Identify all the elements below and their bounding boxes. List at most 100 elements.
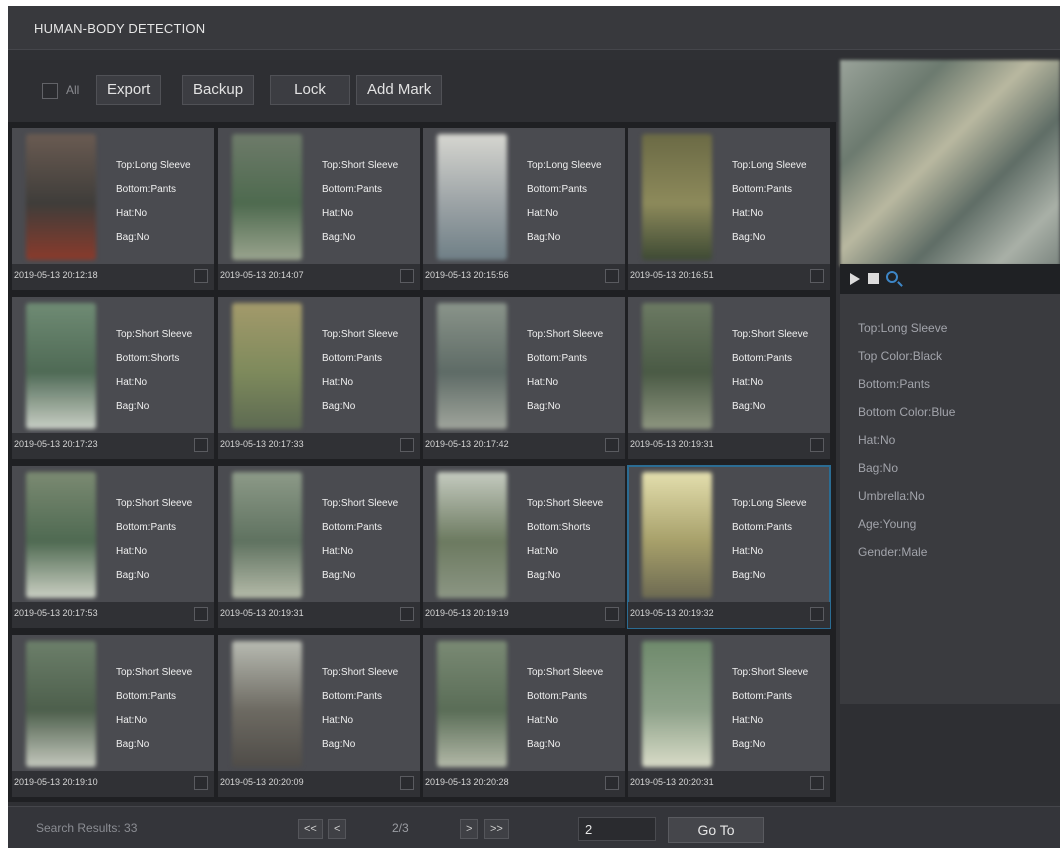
detail-top-color: Top Color:Black — [858, 349, 943, 363]
card-select-checkbox[interactable] — [605, 776, 619, 790]
card-attr-bottom: Bottom:Pants — [732, 353, 793, 364]
result-card[interactable]: Top:Short Sleeve Bottom:Pants Hat:No Bag:No… — [218, 297, 420, 459]
card-attr-hat: Hat:No — [322, 715, 354, 726]
result-card[interactable]: Top:Long Sleeve Bottom:Pants Hat:No Bag:No 2… — [627, 465, 831, 629]
preview-video[interactable] — [840, 60, 1060, 266]
detail-umbrella: Umbrella:No — [858, 489, 925, 503]
card-attr-top: Top:Short Sleeve — [322, 160, 399, 171]
card-attributes: Top:Long Sleeve Bottom:Pants Hat:No Bag:No — [116, 154, 212, 250]
card-footer: 2019-05-13 20:17:23 — [12, 433, 214, 459]
window-title: HUMAN-BODY DETECTION — [34, 21, 206, 36]
detail-age: Age:Young — [858, 517, 917, 531]
result-card[interactable]: Top:Short Sleeve Bottom:Pants Hat:No Bag:No… — [628, 635, 830, 797]
card-footer: 2019-05-13 20:20:09 — [218, 771, 420, 797]
card-attr-bag: Bag:No — [116, 739, 150, 750]
result-card[interactable]: Top:Long Sleeve Bottom:Pants Hat:No Bag:No 2… — [628, 128, 830, 290]
person-thumbnail[interactable] — [232, 641, 302, 767]
card-attr-bottom: Bottom:Pants — [322, 184, 383, 195]
person-thumbnail[interactable] — [232, 472, 302, 598]
card-attr-top: Top:Long Sleeve — [527, 160, 602, 171]
card-attr-bottom: Bottom:Pants — [527, 691, 588, 702]
card-attr-hat: Hat:No — [322, 377, 354, 388]
person-thumbnail[interactable] — [26, 641, 96, 767]
card-attr-top: Top:Short Sleeve — [116, 498, 193, 509]
detail-bottom-color: Bottom Color:Blue — [858, 405, 956, 419]
card-select-checkbox[interactable] — [400, 776, 414, 790]
result-card[interactable]: Top:Short Sleeve Bottom:Pants Hat:No Bag:No… — [628, 297, 830, 459]
card-attr-bottom: Bottom:Pants — [527, 353, 588, 364]
card-attr-hat: Hat:No — [322, 208, 354, 219]
result-card[interactable]: Top:Short Sleeve Bottom:Pants Hat:No Bag:No… — [423, 635, 625, 797]
card-attr-top: Top:Short Sleeve — [527, 667, 604, 678]
card-select-checkbox[interactable] — [810, 776, 824, 790]
select-all-checkbox[interactable] — [42, 83, 58, 99]
result-card[interactable]: Top:Long Sleeve Bottom:Pants Hat:No Bag:No 2… — [12, 128, 214, 290]
title-bar: HUMAN-BODY DETECTION — [8, 6, 1060, 50]
person-thumbnail[interactable] — [642, 134, 712, 260]
card-attributes: Top:Long Sleeve Bottom:Pants Hat:No Bag:No — [527, 154, 623, 250]
card-select-checkbox[interactable] — [400, 607, 414, 621]
export-button[interactable]: Export — [96, 75, 162, 105]
card-select-checkbox[interactable] — [605, 269, 619, 283]
card-select-checkbox[interactable] — [810, 607, 824, 621]
result-card[interactable]: Top:Short Sleeve Bottom:Pants Hat:No Bag:No… — [12, 635, 214, 797]
card-timestamp: 2019-05-13 20:15:56 — [425, 270, 509, 280]
card-footer: 2019-05-13 20:17:53 — [12, 602, 214, 628]
card-select-checkbox[interactable] — [400, 269, 414, 283]
card-attr-top: Top:Long Sleeve — [732, 160, 807, 171]
card-select-checkbox[interactable] — [194, 776, 208, 790]
stop-icon[interactable] — [868, 273, 879, 284]
person-thumbnail[interactable] — [437, 641, 507, 767]
result-card[interactable]: Top:Long Sleeve Bottom:Pants Hat:No Bag:No 2… — [423, 128, 625, 290]
footer-bar: Search Results: 33 << < 2/3 > >> Go To — [8, 806, 1060, 848]
person-thumbnail[interactable] — [232, 303, 302, 429]
card-select-checkbox[interactable] — [194, 607, 208, 621]
card-attr-hat: Hat:No — [527, 208, 559, 219]
next-page-button[interactable]: > — [460, 819, 479, 839]
human-body-detection-window: HUMAN-BODY DETECTION All Export Backup L… — [8, 6, 1060, 848]
person-thumbnail[interactable] — [26, 472, 96, 598]
prev-page-button[interactable]: < — [328, 819, 347, 839]
go-to-button[interactable]: Go To — [668, 817, 764, 843]
card-attr-bag: Bag:No — [116, 401, 150, 412]
backup-button[interactable]: Backup — [182, 75, 255, 105]
search-results-count: Search Results: 33 — [36, 821, 138, 835]
add-mark-button[interactable]: Add Mark — [356, 75, 443, 105]
page-number-input[interactable] — [578, 817, 656, 841]
card-footer: 2019-05-13 20:19:31 — [628, 433, 830, 459]
first-page-button[interactable]: << — [298, 819, 323, 839]
person-thumbnail[interactable] — [642, 472, 712, 598]
lock-button[interactable]: Lock — [270, 75, 350, 105]
card-attr-hat: Hat:No — [732, 377, 764, 388]
card-select-checkbox[interactable] — [194, 438, 208, 452]
card-select-checkbox[interactable] — [400, 438, 414, 452]
person-thumbnail[interactable] — [26, 134, 96, 260]
card-select-checkbox[interactable] — [194, 269, 208, 283]
card-attr-bottom: Bottom:Pants — [732, 184, 793, 195]
result-card[interactable]: Top:Short Sleeve Bottom:Shorts Hat:No Bag:N… — [12, 297, 214, 459]
card-attr-hat: Hat:No — [116, 377, 148, 388]
person-thumbnail[interactable] — [642, 641, 712, 767]
person-thumbnail[interactable] — [437, 303, 507, 429]
result-card[interactable]: Top:Short Sleeve Bottom:Pants Hat:No Bag:No… — [12, 466, 214, 628]
result-card[interactable]: Top:Short Sleeve Bottom:Pants Hat:No Bag:No… — [218, 635, 420, 797]
card-attributes: Top:Short Sleeve Bottom:Pants Hat:No Bag:No — [732, 661, 828, 757]
card-attr-hat: Hat:No — [116, 208, 148, 219]
result-card[interactable]: Top:Short Sleeve Bottom:Pants Hat:No Bag:No… — [218, 466, 420, 628]
result-card[interactable]: Top:Short Sleeve Bottom:Pants Hat:No Bag:No… — [218, 128, 420, 290]
card-select-checkbox[interactable] — [605, 607, 619, 621]
card-select-checkbox[interactable] — [810, 438, 824, 452]
person-thumbnail[interactable] — [232, 134, 302, 260]
card-select-checkbox[interactable] — [810, 269, 824, 283]
result-card[interactable]: Top:Short Sleeve Bottom:Pants Hat:No Bag:No… — [423, 297, 625, 459]
result-card[interactable]: Top:Short Sleeve Bottom:Shorts Hat:No Bag:N… — [423, 466, 625, 628]
card-select-checkbox[interactable] — [605, 438, 619, 452]
person-thumbnail[interactable] — [437, 134, 507, 260]
person-thumbnail[interactable] — [437, 472, 507, 598]
person-thumbnail[interactable] — [642, 303, 712, 429]
play-icon[interactable] — [850, 273, 860, 285]
card-attr-hat: Hat:No — [116, 546, 148, 557]
search-icon[interactable] — [886, 271, 898, 283]
person-thumbnail[interactable] — [26, 303, 96, 429]
last-page-button[interactable]: >> — [484, 819, 509, 839]
